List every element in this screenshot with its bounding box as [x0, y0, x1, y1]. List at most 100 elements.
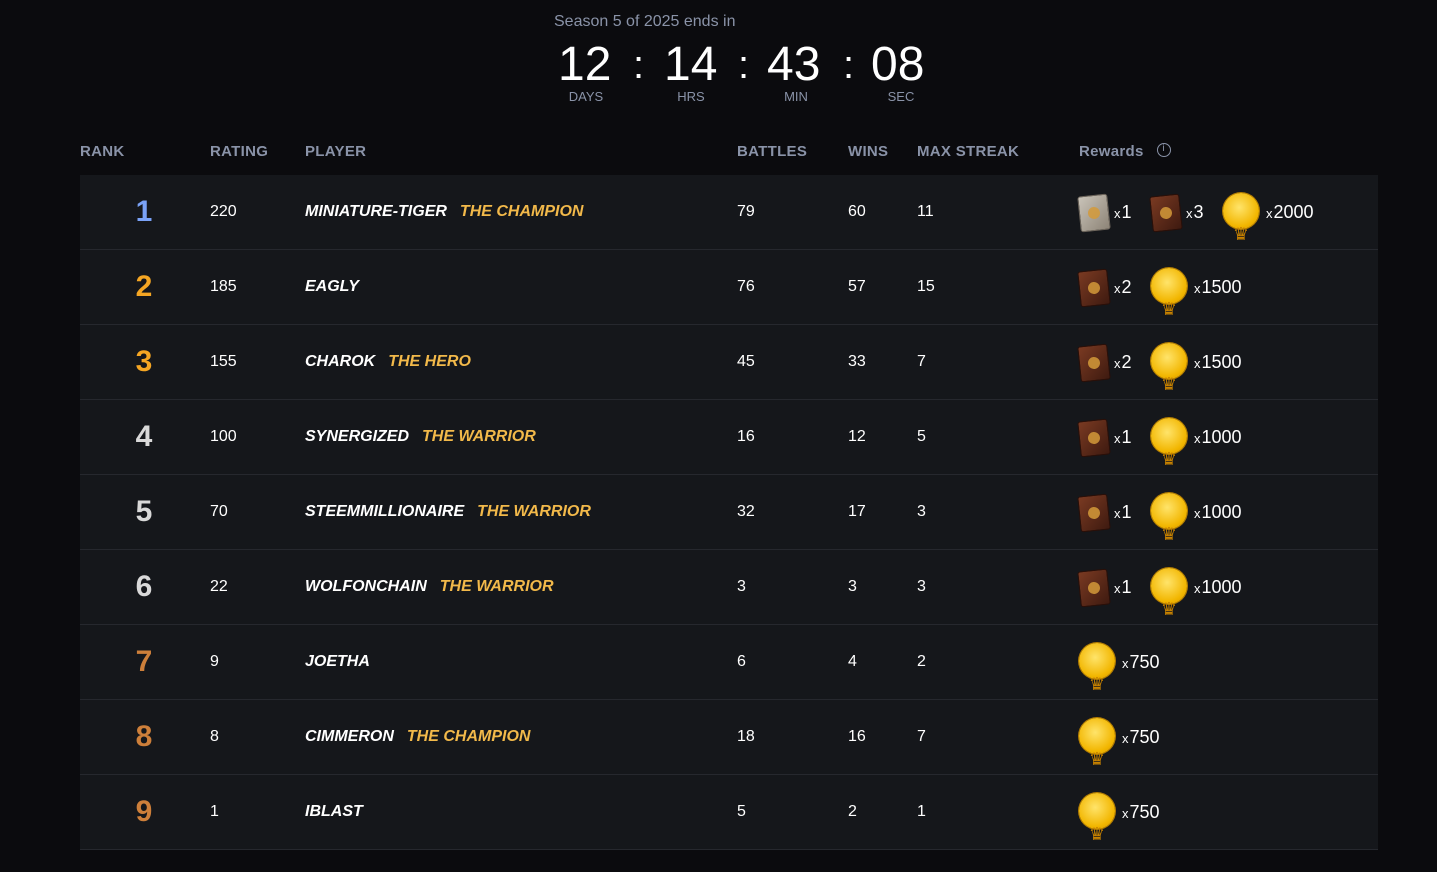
- rank-number: 3: [135, 345, 153, 378]
- player-cell[interactable]: WOLFONCHAIN THE WARRIOR: [305, 550, 554, 624]
- quantity-prefix: x: [1114, 431, 1121, 446]
- table-row[interactable]: 2185EAGLY765715x2x1500: [80, 250, 1378, 347]
- quantity-prefix: x: [1186, 206, 1193, 221]
- column-wins: WINS: [848, 143, 889, 160]
- rating-value: 70: [210, 503, 228, 520]
- rating-value: 185: [210, 278, 237, 295]
- table-row[interactable]: 1 220 MINIATURE-TIGER THE CHAMPION 79 60 11 x1 x…: [80, 175, 1378, 272]
- quantity-value: 1000: [1201, 577, 1242, 597]
- leaderboard-table: 1 220 MINIATURE-TIGER THE CHAMPION 79 60 11 x1 x…: [80, 175, 1378, 872]
- reward-quantity: x1500: [1194, 250, 1242, 326]
- player-name[interactable]: CHAROK: [305, 353, 375, 370]
- player-name[interactable]: MINIATURE-TIGER: [305, 203, 447, 220]
- player-cell[interactable]: EAGLY: [305, 250, 359, 324]
- wins-value: 33: [848, 353, 866, 370]
- reward-quantity: x1000: [1194, 400, 1242, 476]
- quantity-value: 750: [1129, 802, 1160, 822]
- player-name[interactable]: EAGLY: [305, 278, 359, 295]
- reward-quantity: x2: [1114, 325, 1132, 401]
- quantity-prefix: x: [1114, 356, 1121, 371]
- player-title: THE CHAMPION: [459, 203, 584, 220]
- wins-value: 57: [848, 278, 866, 295]
- rank-number: 1: [135, 195, 153, 228]
- quantity-value: 1: [1121, 427, 1132, 447]
- player-cell[interactable]: MINIATURE-TIGER THE CHAMPION: [305, 175, 583, 249]
- countdown-separator: :: [633, 43, 645, 87]
- card-pack-icon: [1077, 343, 1111, 383]
- card-pack-icon: [1077, 493, 1111, 533]
- gold-coin-icon: [1079, 643, 1115, 722]
- max-streak-value: 7: [917, 353, 926, 370]
- reward-quantity: x1: [1114, 475, 1132, 551]
- rating-value: 8: [210, 728, 219, 745]
- battles-value: 79: [737, 203, 755, 220]
- gold-coin-icon: [1223, 193, 1259, 272]
- wins-value: 60: [848, 203, 866, 220]
- quantity-value: 1: [1121, 202, 1132, 222]
- player-cell[interactable]: IBLAST: [305, 775, 363, 849]
- player-name[interactable]: IBLAST: [305, 803, 363, 820]
- player-cell[interactable]: STEEMMILLIONAIRE THE WARRIOR: [305, 475, 591, 549]
- battles-value: 6: [737, 653, 746, 670]
- player-title: THE WARRIOR: [477, 503, 591, 520]
- rank-number: 5: [135, 495, 153, 528]
- rank-number: 7: [135, 645, 153, 678]
- player-name[interactable]: JOETHA: [305, 653, 370, 670]
- quantity-prefix: x: [1122, 806, 1129, 821]
- table-row[interactable]: 3155CHAROKTHE HERO45337x2x1500: [80, 325, 1378, 422]
- wins-value: 16: [848, 728, 866, 745]
- table-row[interactable]: 7 9 JOETHA 6 4 2 x750: [80, 625, 1378, 722]
- max-streak-value: 2: [917, 653, 926, 670]
- rank-number: 2: [135, 270, 153, 303]
- legendary-card-pack-icon: [1077, 193, 1111, 233]
- max-streak-value: 11: [917, 203, 934, 220]
- countdown-separator: :: [738, 43, 750, 87]
- rating-value: 155: [210, 353, 237, 370]
- player-cell[interactable]: CHAROK THE HERO: [305, 325, 471, 399]
- reward-quantity: x1: [1114, 550, 1132, 626]
- season-countdown: Season 5 of 2025 ends in 12 DAYS : 14 HR…: [0, 0, 1437, 120]
- wins-value: 12: [848, 428, 866, 445]
- table-row[interactable]: 9 1 IBLAST 5 2 1 x750: [80, 775, 1378, 872]
- player-title: THE HERO: [388, 353, 471, 370]
- column-player: PLAYER: [305, 143, 367, 160]
- player-name[interactable]: SYNERGIZED: [305, 428, 409, 445]
- gold-coin-icon: [1151, 268, 1187, 347]
- battles-value: 45: [737, 353, 755, 370]
- reward-quantity: x2: [1114, 250, 1132, 326]
- countdown-hours-label: HRS: [677, 89, 705, 104]
- quantity-value: 1500: [1201, 277, 1242, 297]
- rank-number: 8: [135, 720, 153, 753]
- column-battles: BATTLES: [737, 143, 808, 160]
- max-streak-value: 3: [917, 578, 926, 595]
- column-rank: RANK: [80, 143, 125, 160]
- quantity-value: 1000: [1201, 502, 1242, 522]
- max-streak-value: 5: [917, 428, 926, 445]
- quantity-value: 1: [1121, 502, 1132, 522]
- gold-coin-icon: [1151, 568, 1187, 647]
- player-name[interactable]: WOLFONCHAIN: [305, 578, 427, 595]
- reward-quantity: x1: [1114, 400, 1132, 476]
- player-name[interactable]: CIMMERON: [305, 728, 394, 745]
- player-cell[interactable]: SYNERGIZED THE WARRIOR: [305, 400, 536, 474]
- quantity-value: 2: [1121, 352, 1132, 372]
- max-streak-value: 3: [917, 503, 926, 520]
- quantity-prefix: x: [1114, 581, 1121, 596]
- gold-coin-icon: [1079, 793, 1115, 872]
- player-title: THE WARRIOR: [439, 578, 554, 595]
- wins-value: 2: [848, 803, 857, 820]
- reward-quantity: x3: [1186, 175, 1204, 251]
- rewards-info-icon[interactable]: [1157, 143, 1171, 157]
- quantity-prefix: x: [1194, 281, 1201, 296]
- player-cell[interactable]: CIMMERON THE CHAMPION: [305, 700, 530, 774]
- table-row[interactable]: 622WOLFONCHAINTHE WARRIOR333x1x1000: [80, 550, 1378, 647]
- player-title: THE CHAMPION: [406, 728, 531, 745]
- table-row[interactable]: 8 8 CIMMERON THE CHAMPION 18 16 7 x750: [80, 700, 1378, 797]
- card-pack-icon: [1077, 568, 1111, 608]
- quantity-prefix: x: [1194, 356, 1201, 371]
- player-cell[interactable]: JOETHA: [305, 625, 370, 699]
- table-row[interactable]: 4100SYNERGIZEDTHE WARRIOR16125x1x1000: [80, 400, 1378, 497]
- table-row[interactable]: 570STEEMMILLIONAIRETHE WARRIOR32173x1x10…: [80, 475, 1378, 572]
- player-name[interactable]: STEEMMILLIONAIRE: [305, 503, 464, 520]
- quantity-prefix: x: [1114, 206, 1121, 221]
